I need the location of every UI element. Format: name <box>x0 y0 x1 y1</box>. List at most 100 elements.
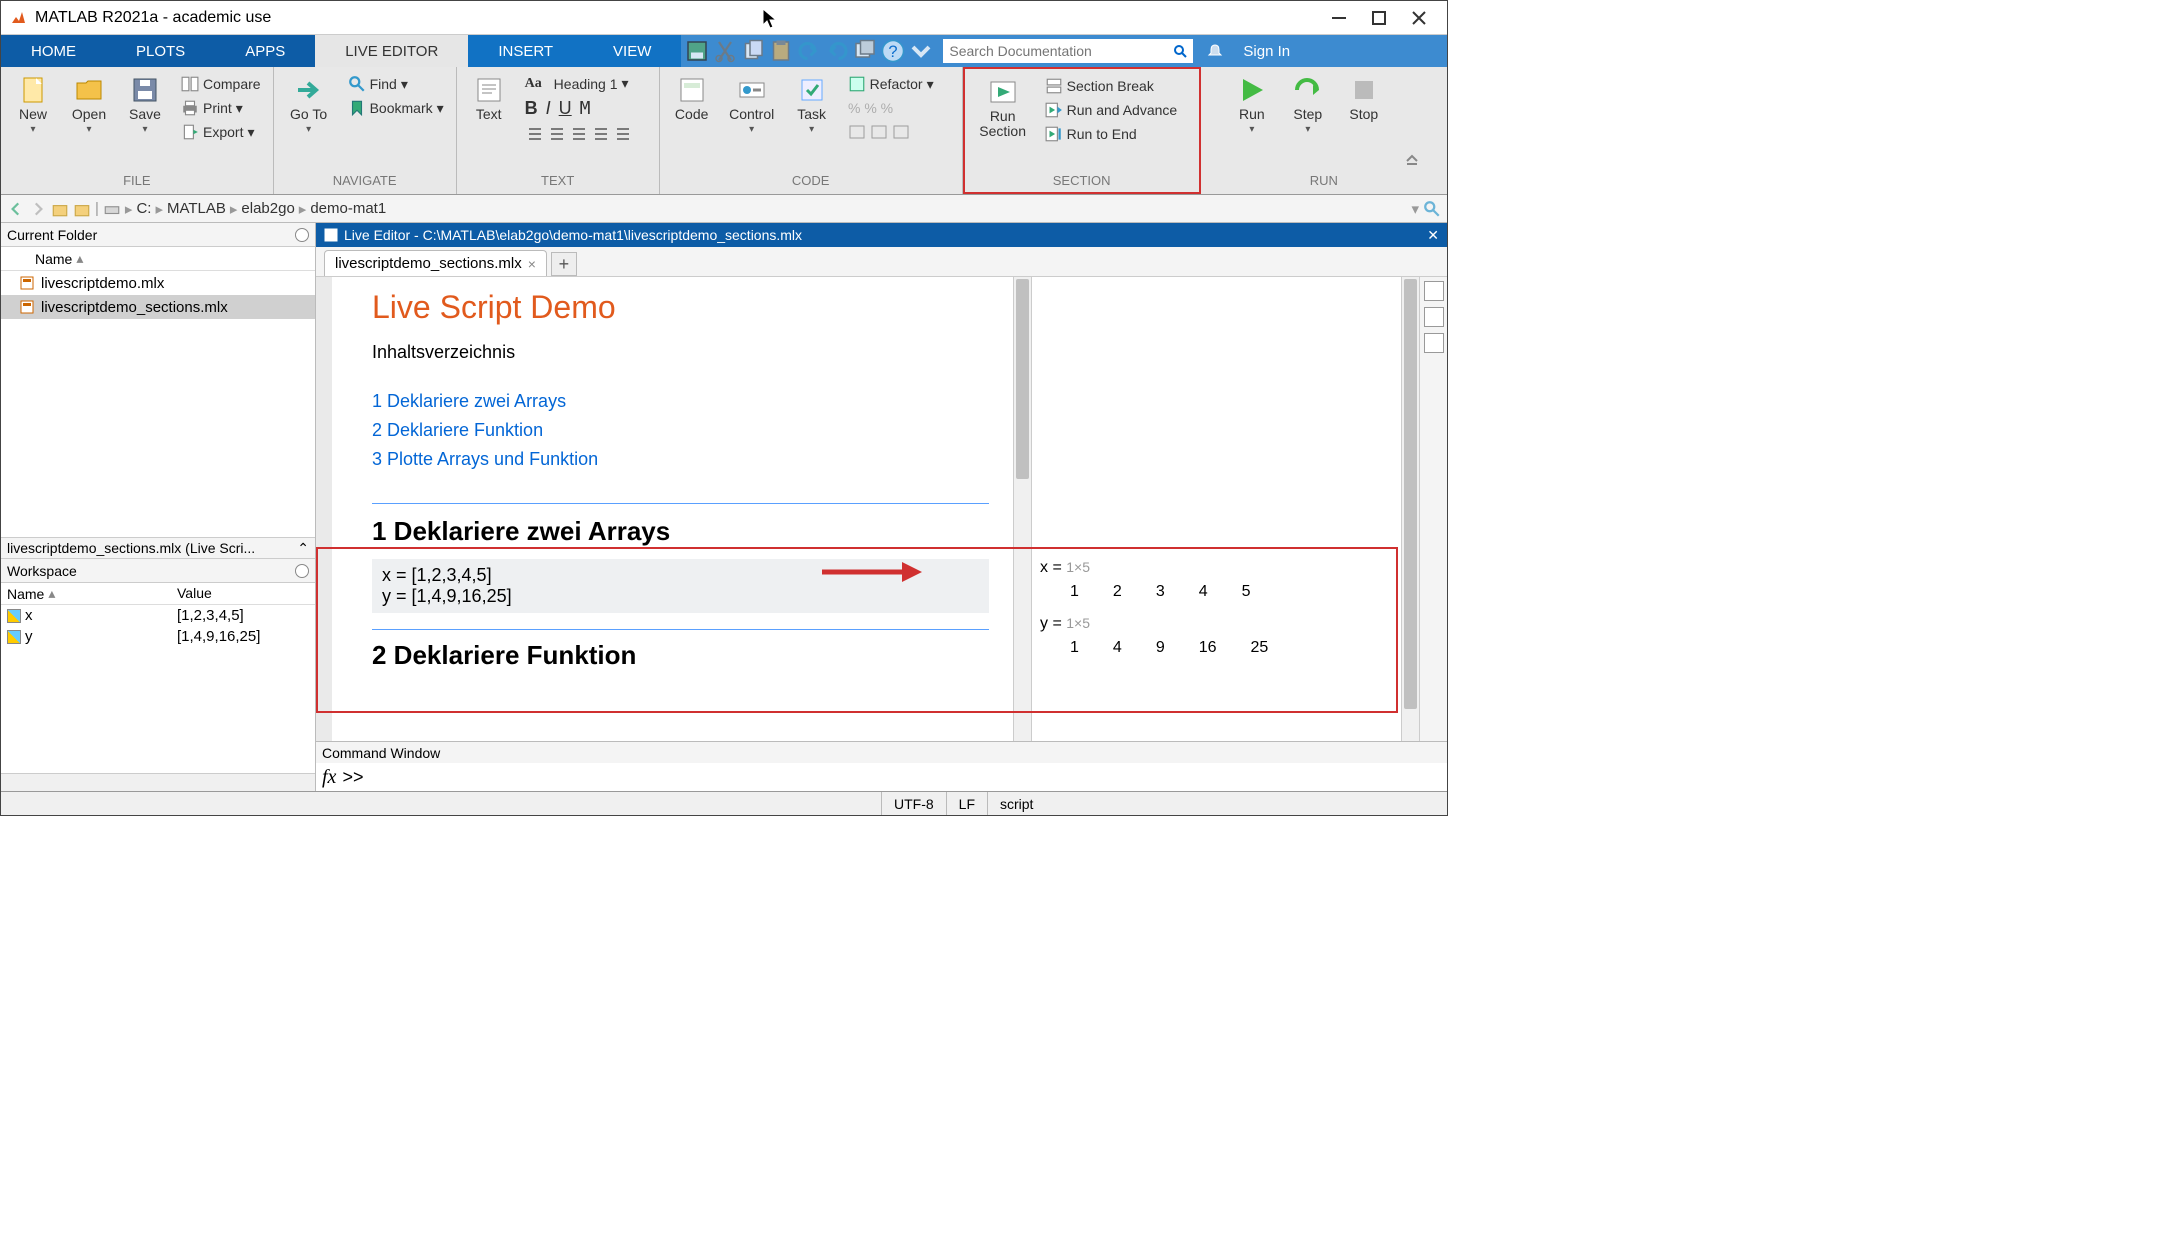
new-tab-button[interactable]: + <box>551 252 577 276</box>
search-folder-icon[interactable] <box>1423 200 1441 218</box>
search-input[interactable] <box>943 39 1193 63</box>
up-folder-icon[interactable] <box>51 200 69 218</box>
save-icon[interactable] <box>685 39 709 63</box>
file-list-header[interactable]: Name ▴ <box>1 247 315 271</box>
paste-icon[interactable] <box>769 39 793 63</box>
view-controls-strip <box>1419 277 1447 741</box>
control-button[interactable]: Control▾ <box>724 71 780 135</box>
ribbon-group-run: Run▾ Step▾ Stop RUN <box>1201 67 1447 194</box>
close-button[interactable] <box>1399 4 1439 32</box>
red-arrow-annotation <box>822 560 922 584</box>
workspace-row[interactable]: y [1,4,9,16,25] <box>1 626 315 647</box>
path-seg[interactable]: MATLAB <box>167 200 226 217</box>
close-tab-icon[interactable]: × <box>528 256 536 272</box>
chevron-up-icon[interactable]: ⌃ <box>297 540 309 557</box>
tab-apps[interactable]: APPS <box>215 35 315 67</box>
back-icon[interactable] <box>7 200 25 218</box>
path-seg[interactable]: C: <box>136 200 151 217</box>
path-seg[interactable]: elab2go <box>241 200 294 217</box>
open-button[interactable]: Open▾ <box>65 71 113 135</box>
close-editor-icon[interactable]: ✕ <box>1427 227 1439 244</box>
toc-link[interactable]: 2 Deklariere Funktion <box>372 416 989 445</box>
editor-column: Live Editor - C:\MATLAB\elab2go\demo-mat… <box>316 223 1447 791</box>
editor-body: Live Script Demo Inhaltsverzeichnis 1 De… <box>316 277 1447 741</box>
ribbon-group-code: Code Control▾ Task▾ Refactor ▾ % % % <box>660 67 963 194</box>
file-row[interactable]: livescriptdemo_sections.mlx <box>1 295 315 319</box>
section-strip[interactable] <box>316 277 332 741</box>
goto-button[interactable]: Go To▾ <box>282 71 336 135</box>
panel-menu-icon[interactable] <box>295 228 309 242</box>
run-to-end-button[interactable]: Run to End <box>1041 123 1191 145</box>
maximize-button[interactable] <box>1359 4 1399 32</box>
search-icon[interactable] <box>1173 44 1187 58</box>
collapse-ribbon-icon[interactable] <box>1404 151 1420 171</box>
minimize-button[interactable] <box>1319 4 1359 32</box>
tab-home[interactable]: HOME <box>1 35 106 67</box>
workspace-list: Name ▴ Value x [1,2,3,4,5] y [1,4,9,16,2… <box>1 583 315 773</box>
vertical-scrollbar[interactable] <box>1013 277 1031 741</box>
compare-button[interactable]: Compare <box>177 73 265 95</box>
indent-buttons[interactable] <box>844 121 954 143</box>
help-icon[interactable]: ? <box>881 39 905 63</box>
output-inline-icon[interactable] <box>1424 281 1444 301</box>
document-content[interactable]: Live Script Demo Inhaltsverzeichnis 1 De… <box>372 277 1013 741</box>
text-button[interactable]: Text <box>465 71 513 122</box>
horizontal-scrollbar[interactable] <box>1 773 315 791</box>
find-button[interactable]: Find ▾ <box>344 73 448 95</box>
copy-icon[interactable] <box>741 39 765 63</box>
file-row[interactable]: livescriptdemo.mlx <box>1 271 315 295</box>
format-buttons[interactable]: B I U M <box>521 96 651 121</box>
doc-tab[interactable]: livescriptdemo_sections.mlx × <box>324 250 547 276</box>
output-right-icon[interactable] <box>1424 307 1444 327</box>
forward-icon[interactable] <box>29 200 47 218</box>
tab-insert[interactable]: INSERT <box>468 35 583 67</box>
switch-windows-icon[interactable] <box>853 39 877 63</box>
output-dims: 1×5 <box>1066 559 1090 575</box>
new-button[interactable]: New▾ <box>9 71 57 135</box>
bell-icon[interactable] <box>1203 43 1227 59</box>
toc-heading: Inhaltsverzeichnis <box>372 342 989 363</box>
save-button[interactable]: Save▾ <box>121 71 169 135</box>
cut-icon[interactable] <box>713 39 737 63</box>
chevron-down-icon[interactable]: ▾ <box>1411 200 1419 218</box>
toc-link[interactable]: 1 Deklariere zwei Arrays <box>372 387 989 416</box>
run-button[interactable]: Run▾ <box>1228 71 1276 135</box>
comment-buttons[interactable]: % % % <box>844 97 954 119</box>
workspace-header-row[interactable]: Name ▴ Value <box>1 583 315 605</box>
workspace-header: Workspace <box>1 559 315 583</box>
search-field[interactable] <box>949 43 1173 59</box>
panel-menu-icon[interactable] <box>295 564 309 578</box>
drive-icon[interactable] <box>103 200 121 218</box>
folder-history-icon[interactable] <box>73 200 91 218</box>
code-button[interactable]: Code <box>668 71 716 122</box>
redo-icon[interactable] <box>825 39 849 63</box>
print-button[interactable]: Print ▾ <box>177 97 265 119</box>
output-dims: 1×5 <box>1066 615 1090 631</box>
refactor-button[interactable]: Refactor ▾ <box>844 73 954 95</box>
chevron-down-icon[interactable] <box>909 39 933 63</box>
section-heading: 1 Deklariere zwei Arrays <box>372 516 989 547</box>
fx-icon[interactable]: fx <box>322 766 336 789</box>
task-button[interactable]: Task▾ <box>788 71 836 135</box>
bookmark-button[interactable]: Bookmark ▾ <box>344 97 448 119</box>
export-button[interactable]: Export ▾ <box>177 121 265 143</box>
hide-code-icon[interactable] <box>1424 333 1444 353</box>
run-section-button[interactable]: Run Section <box>973 73 1033 140</box>
workspace-row[interactable]: x [1,2,3,4,5] <box>1 605 315 626</box>
vertical-scrollbar[interactable] <box>1401 277 1419 741</box>
stop-button[interactable]: Stop <box>1340 71 1388 122</box>
list-align-buttons[interactable] <box>521 123 651 145</box>
tab-view[interactable]: VIEW <box>583 35 681 67</box>
run-advance-button[interactable]: Run and Advance <box>1041 99 1191 121</box>
undo-icon[interactable] <box>797 39 821 63</box>
cursor-icon <box>762 8 780 30</box>
command-prompt[interactable]: fx >> <box>316 763 1447 791</box>
path-seg[interactable]: demo-mat1 <box>310 200 386 217</box>
tab-plots[interactable]: PLOTS <box>106 35 215 67</box>
section-break-button[interactable]: Section Break <box>1041 75 1191 97</box>
step-button[interactable]: Step▾ <box>1284 71 1332 135</box>
toc-link[interactable]: 3 Plotte Arrays und Funktion <box>372 445 989 474</box>
signin-link[interactable]: Sign In <box>1231 43 1302 60</box>
tab-live-editor[interactable]: LIVE EDITOR <box>315 35 468 67</box>
heading-dropdown[interactable]: Aa Heading 1 ▾ <box>521 73 651 94</box>
